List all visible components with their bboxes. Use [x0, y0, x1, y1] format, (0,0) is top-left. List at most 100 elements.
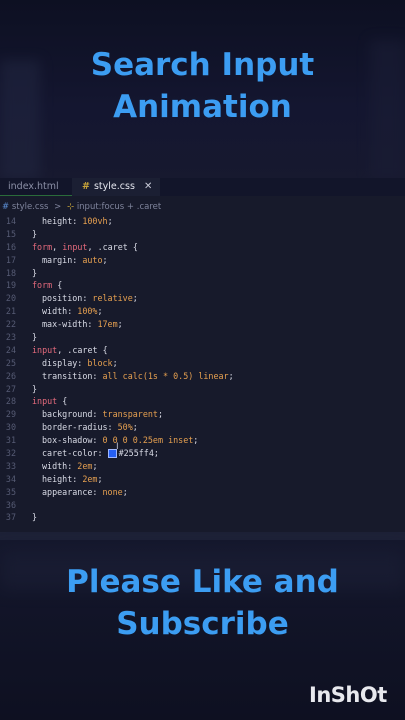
code-token: ; [132, 293, 138, 304]
line-number: 24 [5, 344, 16, 355]
line-number: 22 [5, 319, 16, 330]
line-number: 37 [5, 512, 16, 523]
tab-label: style.css [93, 181, 135, 192]
code-token: border-radius: [42, 422, 118, 433]
code-token: , .caret { [57, 344, 108, 355]
code-token: 2em [82, 473, 98, 484]
code-token: caret-color: [42, 448, 108, 459]
line-number: 34 [5, 473, 16, 484]
code-text: form { [32, 279, 62, 292]
code-token: ; [132, 422, 138, 433]
breadcrumb-file[interactable]: style.css [12, 202, 49, 212]
line-number: 32 [5, 448, 16, 459]
inshot-watermark: InShOt [309, 683, 387, 707]
video-title: Search Input Animation [0, 44, 405, 128]
code-token: display: [42, 357, 88, 368]
code-token: 17em [97, 319, 118, 330]
code-text: form, input, .caret { [32, 241, 138, 254]
code-token: inset [163, 435, 194, 446]
code-token: ; [92, 460, 98, 471]
code-token: none [102, 486, 123, 497]
code-text: box-shadow: 0 0 0 0.25em inset; [42, 434, 198, 447]
code-text: } [32, 511, 37, 524]
code-token: form [32, 280, 53, 291]
code-token: transition: [42, 370, 103, 381]
code-token: appearance: [42, 486, 103, 497]
line-number: 30 [5, 422, 16, 433]
code-token: , [52, 241, 63, 252]
code-token: ; [122, 486, 128, 497]
code-token: ; [112, 357, 118, 368]
line-number: 28 [5, 396, 16, 407]
code-token: ; [107, 216, 113, 226]
code-token: width: [42, 306, 78, 317]
code-token: 100% [77, 306, 98, 317]
code-line: 20 position: relative; [0, 292, 405, 305]
status-bar [0, 532, 405, 540]
code-line: 27} [0, 383, 405, 396]
line-number: 15 [5, 228, 16, 239]
code-line: 35 appearance: none; [0, 486, 405, 499]
code-token: position: [42, 293, 93, 304]
code-line: 29 background: transparent; [0, 408, 405, 421]
code-token: input [32, 344, 58, 355]
line-number: 14 [5, 216, 16, 226]
code-token: ; [117, 319, 123, 330]
code-line: 15} [0, 228, 405, 241]
code-line: 22 max-width: 17em; [0, 318, 405, 331]
code-token: transparent [102, 409, 158, 420]
code-token: { [57, 396, 68, 407]
code-line: 18} [0, 267, 405, 280]
code-line: 26 transition: all calc(1s * 0.5) linear; [0, 370, 405, 383]
code-line: 33 width: 2em; [0, 460, 405, 473]
code-area[interactable]: 14 height: 100vh; 15} 16 form, input, .caret… [0, 215, 405, 524]
code-text: } [32, 331, 37, 344]
code-token: 2em [77, 460, 93, 471]
code-token: } [32, 267, 38, 278]
code-line: 34 height: 2em; [0, 473, 405, 486]
code-line: 14 height: 100vh; [0, 215, 405, 228]
line-number: 25 [5, 357, 16, 368]
line-number: 36 [5, 499, 16, 510]
code-token: input [32, 396, 58, 407]
code-token: } [32, 332, 38, 343]
close-icon[interactable]: ✕ [144, 178, 152, 196]
line-number: 19 [5, 280, 16, 291]
code-token: 50% [117, 422, 133, 433]
line-number: 29 [5, 409, 16, 420]
code-token: { [52, 280, 63, 291]
line-number: 20 [5, 293, 16, 304]
code-line: 30 border-radius: 50%; [0, 421, 405, 434]
line-number: 23 [5, 332, 16, 343]
code-token: input [62, 241, 88, 252]
code-token: ; [228, 370, 234, 381]
code-text: } [32, 267, 37, 280]
line-number: 17 [5, 254, 16, 265]
code-text: } [32, 383, 37, 396]
code-token: all calc(1s * 0.5) linear [102, 370, 229, 381]
tab-index-html[interactable]: index.html [0, 178, 72, 196]
code-token: form [32, 241, 53, 252]
line-number: 35 [5, 486, 16, 497]
code-token: width: [42, 460, 78, 471]
code-text: transition: all calc(1s * 0.5) linear; [42, 370, 234, 383]
code-token: 0 0 0 0.25em [102, 435, 164, 446]
code-token: ; [97, 473, 103, 484]
code-token: margin: [42, 254, 83, 265]
code-token: } [32, 228, 38, 239]
tab-style-css[interactable]: # style.css ✕ [72, 178, 160, 196]
breadcrumb-selector[interactable]: input:focus + .caret [77, 202, 161, 212]
code-text: input { [32, 395, 67, 408]
code-text: input, .caret { [32, 344, 108, 357]
code-token: , .caret { [87, 241, 138, 252]
code-text: height: 2em; [42, 473, 103, 486]
line-number: 21 [5, 306, 16, 317]
video-title-line: Animation [113, 89, 292, 125]
code-token: 100vh [82, 216, 108, 226]
code-text: max-width: 17em; [42, 318, 123, 331]
code-line: 21 width: 100%; [0, 305, 405, 318]
code-line: 24 input, .caret { [0, 344, 405, 357]
code-line: 36 [0, 499, 405, 512]
code-token: } [32, 512, 38, 523]
code-line: 19 form { [0, 279, 405, 292]
